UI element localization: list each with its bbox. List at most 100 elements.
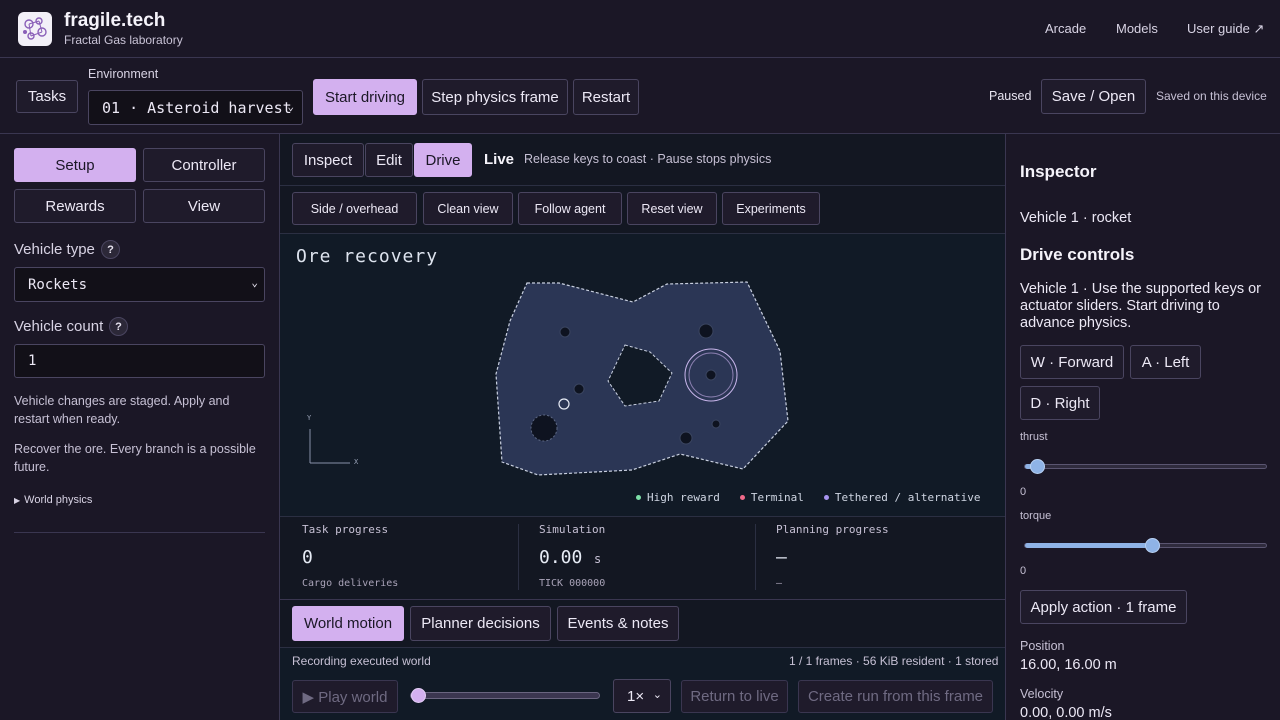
legend: High reward Terminal Tethered / alternat… (636, 491, 981, 504)
ore-deposit (559, 326, 571, 338)
axis-x-label: X (354, 458, 359, 466)
thrust-label: thrust (1020, 431, 1048, 443)
save-open-button[interactable]: Save / Open (1041, 79, 1146, 114)
restart-button[interactable]: Restart (573, 79, 639, 115)
start-driving-button[interactable]: Start driving (313, 79, 417, 115)
ore-deposit (698, 323, 714, 339)
top-bar: fragile.tech Fractal Gas laboratory Arca… (0, 0, 1280, 58)
drive-description: Vehicle 1 · Use the supported keys or ac… (1020, 281, 1261, 331)
chevron-down-icon: ⌄ (652, 689, 662, 701)
live-label: Live (484, 151, 515, 168)
position-value: 16.00, 16.00 m (1020, 657, 1117, 673)
thrust-thumb[interactable] (1030, 459, 1045, 474)
recording-stats: 1 / 1 frames · 56 KiB resident · 1 store… (789, 654, 999, 668)
simulation-tick: TICK 000000 (539, 578, 606, 589)
environment-select[interactable]: 01 · Asteroid harvest ⌄ (88, 90, 303, 125)
nav-models[interactable]: Models (1116, 21, 1158, 36)
planning-progress-sub: — (776, 578, 783, 589)
key-d-right[interactable]: D · Right (1020, 386, 1100, 420)
nav-user-guide[interactable]: User guide ↗ (1187, 21, 1264, 37)
brand-subtitle: Fractal Gas laboratory (64, 33, 183, 47)
environment-value: 01 · Asteroid harvest (102, 98, 292, 117)
step-physics-button[interactable]: Step physics frame (422, 79, 568, 115)
legend-terminal: Terminal (739, 491, 804, 504)
playback-scrubber[interactable] (410, 688, 600, 703)
inspector-title: Inspector (1020, 162, 1097, 181)
apply-action-button[interactable]: Apply action · 1 frame (1020, 590, 1187, 624)
divider (755, 524, 756, 590)
tab-view[interactable]: View (143, 189, 265, 223)
simulation-value: 0.00 (539, 547, 583, 568)
divider (14, 532, 265, 533)
task-progress-label: Task progress (302, 523, 389, 536)
simulation-canvas[interactable]: Ore recovery Y X High reward Terminal Te… (280, 233, 1005, 516)
divider (518, 524, 519, 590)
tab-events-notes[interactable]: Events & notes (557, 606, 679, 641)
tab-setup[interactable]: Setup (14, 148, 136, 182)
view-follow-agent[interactable]: Follow agent (518, 192, 622, 225)
vehicle-type-select[interactable]: Rockets ⌄ (14, 267, 265, 302)
torque-thumb[interactable] (1145, 538, 1160, 553)
vehicle-count-label: Vehicle count (14, 318, 104, 335)
vehicle-count-input[interactable]: 1 (14, 344, 265, 378)
drive-controls-title: Drive controls (1020, 245, 1135, 264)
speed-select[interactable]: 1× ⌄ (613, 679, 671, 713)
divider (280, 185, 1005, 186)
thrust-slider[interactable] (1024, 459, 1267, 474)
ore-deposit (679, 431, 693, 445)
tasks-button[interactable]: Tasks (16, 80, 78, 113)
brand-name[interactable]: fragile.tech (64, 10, 165, 32)
task-progress-sub: Cargo deliveries (302, 578, 399, 589)
key-w-forward[interactable]: W · Forward (1020, 345, 1124, 379)
torque-label: torque (1020, 510, 1052, 522)
velocity-label: Velocity (1020, 687, 1064, 701)
staged-note: Vehicle changes are staged. Apply and re… (14, 394, 230, 426)
ore-crater (530, 414, 558, 442)
view-experiments[interactable]: Experiments (722, 192, 820, 225)
tab-planner-decisions[interactable]: Planner decisions (410, 606, 551, 641)
world-physics-toggle[interactable]: ▶ World physics (14, 494, 92, 506)
torque-value: 0 (1020, 565, 1027, 577)
chevron-down-icon: ⌄ (287, 100, 294, 113)
axis-y-label: Y (307, 414, 312, 422)
status-paused: Paused (989, 89, 1032, 103)
planning-progress-label: Planning progress (776, 523, 889, 536)
tab-rewards[interactable]: Rewards (14, 189, 136, 223)
ore-deposit (705, 369, 717, 381)
tab-controller[interactable]: Controller (143, 148, 265, 182)
mode-edit[interactable]: Edit (365, 143, 413, 177)
mode-inspect[interactable]: Inspect (292, 143, 364, 177)
recording-label: Recording executed world (292, 654, 431, 668)
legend-high-reward: High reward (636, 491, 720, 504)
play-world-button[interactable]: ▶ Play world (292, 680, 398, 713)
create-run-button[interactable]: Create run from this frame (798, 680, 993, 713)
position-label: Position (1020, 639, 1065, 653)
torque-slider[interactable] (1024, 538, 1267, 553)
dot-icon (636, 495, 641, 500)
view-side-overhead[interactable]: Side / overhead (292, 192, 417, 225)
speed-value: 1× (627, 687, 645, 705)
velocity-value: 0.00, 0.00 m/s (1020, 705, 1112, 720)
world-physics-label: World physics (24, 494, 93, 506)
ore-deposit (711, 419, 721, 429)
planning-progress-value: — (776, 547, 787, 568)
simulation-label: Simulation (539, 523, 606, 536)
key-a-left[interactable]: A · Left (1130, 345, 1201, 379)
return-to-live-button[interactable]: Return to live (681, 680, 788, 713)
view-reset[interactable]: Reset view (627, 192, 717, 225)
help-icon[interactable]: ? (101, 240, 120, 259)
ore-deposit (573, 383, 585, 395)
dot-icon (739, 495, 745, 500)
scrubber-thumb[interactable] (411, 688, 426, 703)
simulation-unit: s (594, 552, 602, 566)
nav-arcade[interactable]: Arcade (1045, 21, 1086, 36)
vehicle-type-value: Rockets (28, 276, 88, 293)
tab-world-motion[interactable]: World motion (292, 606, 404, 641)
help-icon[interactable]: ? (109, 317, 128, 336)
brand-logo[interactable] (18, 12, 52, 46)
environment-label: Environment (88, 67, 159, 81)
caret-right-icon: ▶ (14, 495, 21, 505)
mode-drive[interactable]: Drive (414, 143, 472, 177)
live-hint: Release keys to coast · Pause stops phys… (524, 152, 772, 166)
view-clean[interactable]: Clean view (423, 192, 513, 225)
